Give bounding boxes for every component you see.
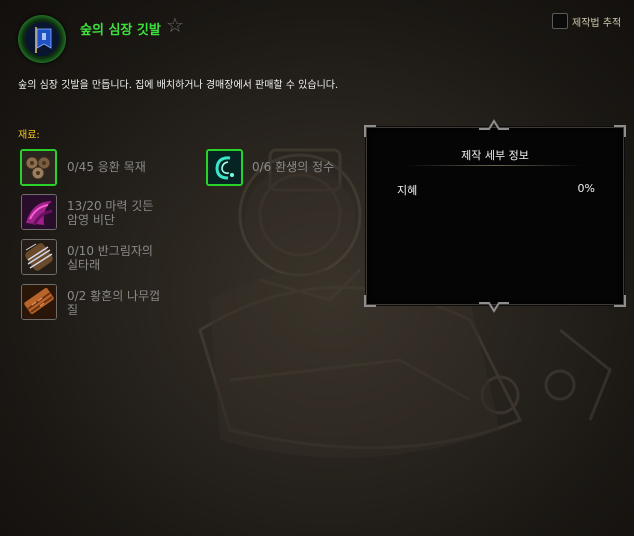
shadow-silk-icon[interactable] bbox=[21, 194, 57, 230]
panel-corner bbox=[614, 295, 626, 307]
reagents-label: 재료: bbox=[18, 130, 40, 141]
crafting-page: 숲의 심장 깃발 ☆ 제작법 추적 숲의 심장 깃발을 만듭니다. 집에 배치하… bbox=[0, 0, 634, 536]
panel-corner bbox=[364, 125, 376, 137]
details-divider bbox=[407, 165, 583, 166]
banner-icon bbox=[25, 22, 59, 56]
reagent-slot[interactable]: 0/2 황혼의 나무껍 질 bbox=[20, 284, 180, 322]
track-recipe-checkbox[interactable] bbox=[552, 13, 568, 29]
crafting-details-panel: 제작 세부 정보 지혜 0% bbox=[364, 119, 626, 313]
panel-crest-icon bbox=[479, 302, 509, 313]
bark-icon[interactable] bbox=[21, 284, 57, 320]
lumber-icon[interactable] bbox=[20, 149, 57, 186]
panel-crest-icon bbox=[479, 119, 509, 130]
reagent-slot[interactable]: 0/6 환생의 정수 bbox=[206, 149, 366, 187]
thread-spool-icon[interactable] bbox=[21, 239, 57, 275]
recipe-title: 숲의 심장 깃발 bbox=[80, 23, 161, 38]
favorite-star-icon[interactable]: ☆ bbox=[166, 13, 184, 37]
reagent-label: 0/2 황혼의 나무껍 질 bbox=[67, 289, 161, 317]
reagent-slot[interactable]: 13/20 마력 깃든 암영 비단 bbox=[20, 194, 180, 232]
details-title: 제작 세부 정보 bbox=[461, 149, 529, 162]
reagent-label: 0/10 반그림자의 실타래 bbox=[67, 244, 153, 272]
reagent-slot[interactable]: 0/45 응환 목재 bbox=[20, 149, 180, 187]
reagent-label: 13/20 마력 깃든 암영 비단 bbox=[67, 199, 154, 227]
reagent-label: 0/6 환생의 정수 bbox=[252, 160, 335, 174]
recipe-description: 숲의 심장 깃발을 만듭니다. 집에 배치하거나 경매장에서 판매할 수 있습니… bbox=[18, 80, 339, 91]
reagent-label: 0/45 응환 목재 bbox=[67, 160, 146, 174]
stat-name: 지혜 bbox=[397, 184, 418, 197]
stat-value: 0% bbox=[577, 182, 595, 195]
track-recipe-label: 제작법 추적 bbox=[572, 18, 622, 29]
panel-corner bbox=[614, 125, 626, 137]
panel-corner bbox=[364, 295, 376, 307]
reagent-slot[interactable]: 0/10 반그림자의 실타래 bbox=[20, 239, 180, 277]
recipe-item-icon[interactable] bbox=[18, 15, 66, 63]
essence-icon[interactable] bbox=[206, 149, 243, 186]
